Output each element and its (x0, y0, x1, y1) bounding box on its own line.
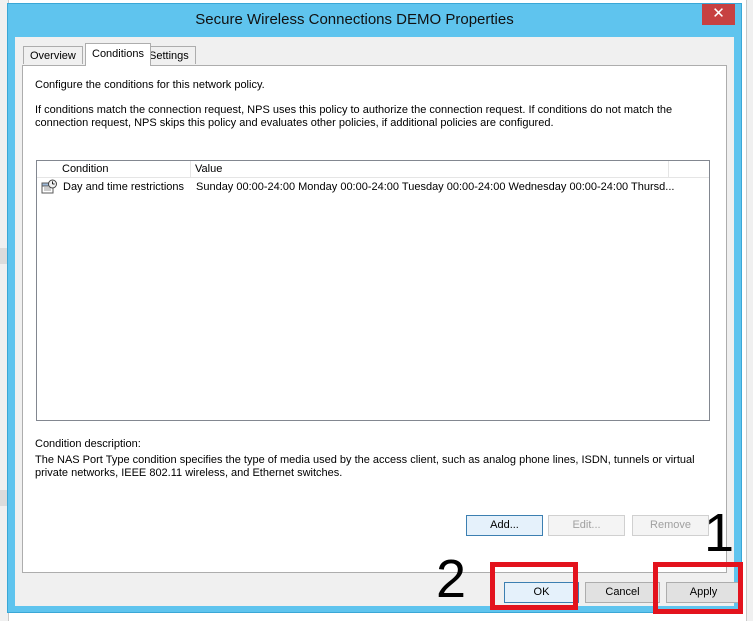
condition-row[interactable]: Day and time restrictions Sunday 00:00-2… (37, 178, 709, 196)
condition-description-label: Condition description: (35, 438, 141, 450)
step-number-two: 2 (436, 549, 467, 609)
conditions-explanation-text: If conditions match the connection reque… (35, 104, 673, 129)
close-icon: ✕ (712, 5, 725, 22)
condition-value: Sunday 00:00-24:00 Monday 00:00-24:00 Tu… (196, 181, 675, 193)
ok-highlight-box (490, 562, 578, 610)
condition-name: Day and time restrictions (63, 181, 185, 193)
tab-conditions[interactable]: Conditions (85, 43, 151, 66)
conditions-tab-panel: Configure the conditions for this networ… (22, 65, 727, 573)
properties-dialog: Secure Wireless Connections DEMO Propert… (7, 3, 742, 613)
conditions-list[interactable]: Condition Value Day and time restriction… (36, 160, 710, 421)
close-button[interactable]: ✕ (702, 4, 735, 25)
column-header-value[interactable]: Value (191, 161, 669, 177)
edit-button[interactable]: Edit... (548, 515, 625, 536)
tab-overview[interactable]: Overview (23, 46, 83, 64)
conditions-intro-text: Configure the conditions for this networ… (35, 79, 265, 91)
conditions-list-header: Condition Value (37, 161, 709, 178)
step-number-one: 1 (704, 503, 735, 563)
dialog-client-area: Overview Conditions Settings Configure t… (15, 37, 741, 606)
cancel-button[interactable]: Cancel (585, 582, 660, 603)
condition-description-text: The NAS Port Type condition specifies th… (35, 454, 695, 479)
remove-button[interactable]: Remove (632, 515, 709, 536)
dialog-title: Secure Wireless Connections DEMO Propert… (195, 11, 514, 28)
background-right-edge (746, 0, 753, 621)
calendar-clock-icon (41, 179, 57, 194)
dialog-titlebar[interactable]: Secure Wireless Connections DEMO Propert… (8, 4, 741, 34)
apply-highlight-box (653, 562, 743, 614)
add-button[interactable]: Add... (466, 515, 543, 536)
column-header-condition[interactable]: Condition (58, 161, 191, 177)
